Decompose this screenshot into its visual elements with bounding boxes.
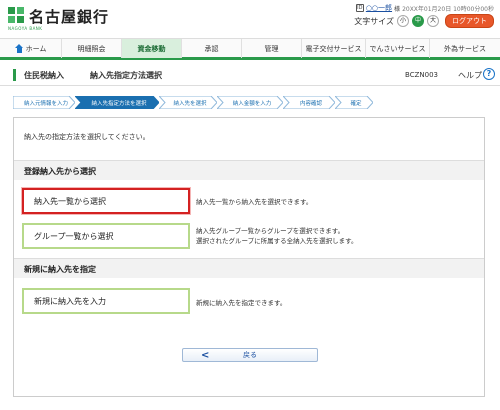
nav-item-approval[interactable]: 承認 bbox=[182, 39, 242, 58]
select-from-payee-list-button[interactable]: 納入先一覧から選択 bbox=[22, 188, 190, 214]
enter-new-payee-button[interactable]: 新規に納入先を入力 bbox=[22, 288, 190, 314]
screen-id: BCZN003 bbox=[405, 71, 438, 79]
option2-description: 納入先グループ一覧からグループを選択できます。 選択されたグループに所属する全納… bbox=[196, 226, 357, 246]
option1-description: 納入先一覧から納入先を選択できます。 bbox=[196, 198, 313, 206]
step-2-active: 納入先指定方法を選択 bbox=[75, 96, 159, 109]
page-title-bar: 住民税納入 納入先指定方法選択 BCZN003 ヘルプ ? bbox=[0, 64, 500, 86]
font-size-small-button[interactable]: 小 bbox=[397, 15, 409, 27]
nav-item-label: 承認 bbox=[204, 44, 219, 53]
section-new-payee: 新規に納入先を指定 bbox=[14, 258, 484, 278]
back-button[interactable]: < 戻る bbox=[182, 348, 318, 362]
last-login: 20XX年01月20日 10時00分00秒 bbox=[402, 5, 494, 13]
nav-item-statement[interactable]: 明細照会 bbox=[62, 39, 122, 58]
nav-item-label: 明細照会 bbox=[77, 44, 106, 53]
page-title: 住民税納入 bbox=[24, 71, 64, 80]
nav-item-e-delivery[interactable]: 電子交付サービス bbox=[302, 39, 366, 58]
user-suffix: 様 bbox=[394, 5, 401, 13]
step-label: 納入先を選択 bbox=[173, 100, 207, 107]
main-nav: ホーム 明細照会 資金移動 承認 管理 電子交付サービス でんさいサービス 外為… bbox=[0, 38, 500, 60]
step-label: 確定 bbox=[350, 100, 362, 107]
user-name-link[interactable]: ○○一郎 bbox=[366, 3, 392, 13]
help-icon[interactable]: ? bbox=[483, 68, 495, 80]
nav-item-management[interactable]: 管理 bbox=[242, 39, 302, 58]
step-label: 納入金額を入力 bbox=[232, 100, 272, 107]
step-label: 納入元情報を入力 bbox=[23, 100, 68, 107]
user-id-icon: ID bbox=[355, 4, 364, 12]
select-from-group-list-button[interactable]: グループ一覧から選択 bbox=[22, 223, 190, 249]
instruction-text: 納入先の指定方法を選択してください。 bbox=[24, 133, 150, 141]
font-size-controls: 文字サイズ 小 中 大 ログアウト bbox=[354, 14, 494, 28]
home-icon bbox=[14, 44, 24, 53]
nav-item-home[interactable]: ホーム bbox=[0, 39, 62, 58]
help-link[interactable]: ヘルプ bbox=[458, 70, 482, 81]
option2-description-line1: 納入先グループ一覧からグループを選択できます。 bbox=[196, 227, 345, 235]
nav-item-forex[interactable]: 外為サービス bbox=[430, 39, 500, 58]
nav-item-label: でんさいサービス bbox=[369, 44, 426, 53]
section-registered-payee: 登録納入先から選択 bbox=[14, 160, 484, 180]
nav-item-fund-transfer[interactable]: 資金移動 bbox=[122, 39, 182, 58]
button-label: グループ一覧から選択 bbox=[34, 231, 114, 241]
font-size-large-button[interactable]: 大 bbox=[427, 15, 439, 27]
option2-description-line2: 選択されたグループに所属する全納入先を選択します。 bbox=[196, 237, 358, 245]
step-label: 内容確認 bbox=[299, 100, 322, 107]
nav-item-label: 電子交付サービス bbox=[305, 44, 362, 53]
font-size-medium-button[interactable]: 中 bbox=[412, 15, 424, 27]
step-3: 納入先を選択 bbox=[159, 96, 217, 109]
button-label: 納入先一覧から選択 bbox=[34, 196, 106, 206]
step-4: 納入金額を入力 bbox=[217, 96, 283, 109]
logout-button[interactable]: ログアウト bbox=[445, 14, 494, 28]
nav-item-densai[interactable]: でんさいサービス bbox=[366, 39, 430, 58]
step-5: 内容確認 bbox=[283, 96, 335, 109]
nav-item-label: 外為サービス bbox=[444, 44, 486, 53]
bank-logo-mark-icon bbox=[8, 7, 25, 26]
font-size-label: 文字サイズ bbox=[354, 16, 394, 26]
main-content: 納入先の指定方法を選択してください。 登録納入先から選択 納入先一覧から選択 納… bbox=[13, 117, 485, 397]
bank-logo: 名古屋銀行 NAGOYA BANK bbox=[8, 6, 110, 31]
nav-item-label: ホーム bbox=[25, 44, 47, 53]
page-subtitle: 納入先指定方法選択 bbox=[90, 71, 162, 80]
bank-name-sub: NAGOYA BANK bbox=[8, 26, 43, 31]
section-title: 登録納入先から選択 bbox=[24, 167, 96, 176]
bank-name: 名古屋銀行 bbox=[29, 8, 110, 26]
nav-item-label: 管理 bbox=[264, 44, 279, 53]
user-info: ID ○○一郎 様 20XX年01月20日 10時00分00秒 bbox=[355, 3, 494, 13]
nav-item-label: 資金移動 bbox=[137, 44, 166, 53]
button-label: 新規に納入先を入力 bbox=[34, 296, 106, 306]
back-button-label: 戻る bbox=[243, 351, 257, 359]
step-6: 確定 bbox=[335, 96, 373, 109]
option3-description: 新規に納入先を指定できます。 bbox=[196, 299, 287, 307]
chevron-left-icon: < bbox=[201, 350, 210, 361]
step-label: 納入先指定方法を選択 bbox=[91, 100, 147, 107]
step-1: 納入元情報を入力 bbox=[13, 96, 75, 109]
title-accent-bar bbox=[13, 69, 16, 81]
section-title: 新規に納入先を指定 bbox=[24, 265, 96, 274]
